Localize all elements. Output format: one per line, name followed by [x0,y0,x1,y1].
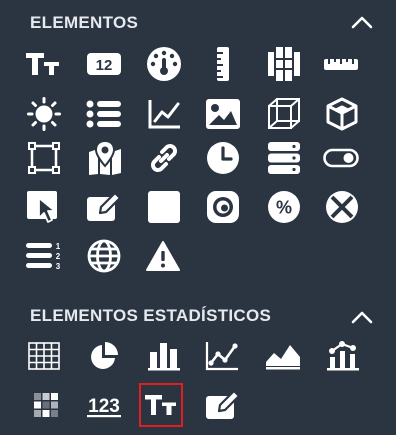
cube-icon[interactable] [322,94,362,134]
section-header-elementos: ELEMENTOS [0,12,396,42]
warning-icon[interactable] [143,236,183,276]
list-number-2: 2 [56,252,61,261]
heatmap-icon[interactable] [26,385,66,425]
collapse-chevron-up-icon[interactable] [350,12,374,34]
section-header-elementos-estadisticos: ELEMENTOS ESTADÍSTICOS [0,305,396,335]
list-number-3: 3 [56,262,61,271]
image-icon[interactable] [203,94,243,134]
bar-line-chart-icon[interactable] [323,336,363,376]
numbered-list-icon[interactable]: 1 2 3 [24,236,64,276]
toggle-icon[interactable] [321,138,361,178]
map-icon[interactable] [85,138,125,178]
text-icon[interactable] [139,383,183,427]
line-chart-icon[interactable] [144,94,184,134]
numbers-label: 123 [88,396,120,417]
database-icon[interactable] [264,138,304,178]
webcam-icon[interactable] [203,187,243,227]
pie-chart-icon[interactable] [84,336,124,376]
bar-chart-icon[interactable] [144,336,184,376]
table-icon[interactable] [24,336,64,376]
number-box-icon[interactable]: 12 [84,44,124,84]
text-icon[interactable] [23,44,63,84]
ruler-vertical-icon[interactable] [203,44,243,84]
pointer-box-icon[interactable] [24,187,64,227]
area-chart-icon[interactable] [263,336,303,376]
edit-icon[interactable] [84,187,124,227]
gauge-icon[interactable] [144,44,184,84]
number-box-label: 12 [96,57,113,74]
sun-icon[interactable] [24,94,64,134]
crop-frame-icon[interactable] [24,138,64,178]
list-number-1: 1 [56,242,61,251]
number-123-icon[interactable]: 123 [84,385,124,425]
list-icon[interactable] [84,94,124,134]
globe-icon[interactable] [84,236,124,276]
clock-icon[interactable] [203,138,243,178]
section-title: ELEMENTOS [30,13,139,32]
columns-icon[interactable] [264,44,304,84]
section-title: ELEMENTOS ESTADÍSTICOS [30,306,272,325]
percent-glyph: % [276,198,292,218]
square-icon[interactable] [144,187,184,227]
link-icon[interactable] [144,138,184,178]
line-chart-points-icon[interactable] [202,336,242,376]
cube-wire-icon[interactable] [264,94,304,134]
edit-icon[interactable] [203,385,243,425]
collapse-chevron-up-icon[interactable] [350,307,374,329]
percent-icon[interactable]: % [264,187,304,227]
close-circle-icon[interactable] [322,187,362,227]
ruler-horizontal-icon[interactable] [321,44,361,84]
